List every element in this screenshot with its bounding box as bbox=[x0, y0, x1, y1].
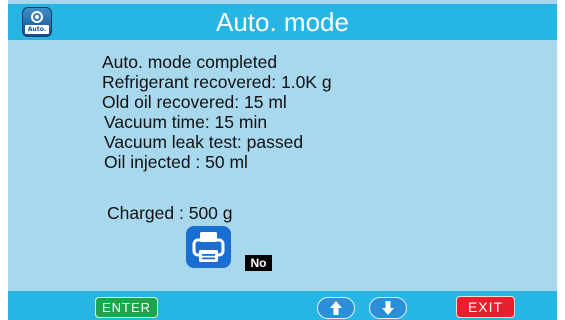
arrow-down-icon bbox=[382, 301, 394, 315]
down-button[interactable] bbox=[369, 297, 407, 319]
title-bar: Auto. Auto. mode bbox=[8, 4, 557, 40]
bottom-bar: ENTER EXIT bbox=[8, 291, 557, 320]
exit-button[interactable]: EXIT bbox=[456, 296, 515, 318]
oil-injected-line: Oil injected : 50 ml bbox=[104, 152, 248, 172]
status-line: Auto. mode completed bbox=[102, 52, 278, 72]
results-panel: Auto. mode completed Refrigerant recover… bbox=[102, 52, 542, 172]
print-button[interactable] bbox=[186, 226, 231, 268]
enter-button[interactable]: ENTER bbox=[95, 297, 158, 318]
page-title: Auto. mode bbox=[216, 7, 349, 37]
print-choice-label[interactable]: No bbox=[245, 255, 272, 271]
vacuum-time-line: Vacuum time: 15 min bbox=[104, 112, 268, 132]
vacuum-leak-test-line: Vacuum leak test: passed bbox=[104, 132, 304, 152]
charged-line: Charged : 500 g bbox=[107, 203, 233, 223]
up-button[interactable] bbox=[317, 297, 355, 319]
refrigerant-recovered-line: Refrigerant recovered: 1.0K g bbox=[102, 72, 332, 92]
arrow-up-icon bbox=[330, 301, 342, 315]
printer-icon bbox=[192, 232, 225, 262]
old-oil-recovered-line: Old oil recovered: 15 ml bbox=[102, 92, 287, 112]
device-screen: Auto. Auto. mode Auto. mode completed Re… bbox=[8, 0, 557, 320]
